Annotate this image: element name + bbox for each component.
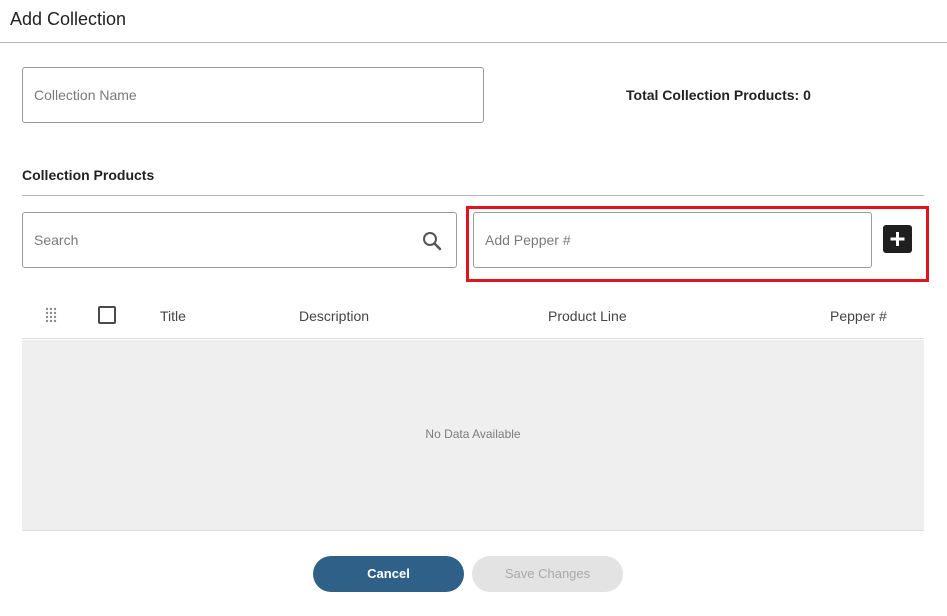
- total-collection-products: Total Collection Products: 0: [626, 87, 811, 103]
- collection-name-input[interactable]: [23, 68, 483, 122]
- add-pepper-button[interactable]: [883, 225, 912, 253]
- drag-handle-icon[interactable]: [45, 307, 57, 328]
- select-all-checkbox[interactable]: [98, 306, 116, 324]
- add-pepper-input[interactable]: [474, 213, 871, 267]
- collection-products-heading: Collection Products: [22, 167, 155, 183]
- column-header-description[interactable]: Description: [299, 308, 369, 324]
- add-pepper-field[interactable]: [473, 212, 872, 268]
- empty-state-message: No Data Available: [425, 427, 521, 441]
- add-collection-dialog: Add Collection Total Collection Products…: [0, 0, 947, 616]
- table-header: Title Description Product Line Pepper #: [22, 295, 924, 339]
- search-input[interactable]: [23, 213, 456, 267]
- cancel-button[interactable]: Cancel: [313, 556, 464, 592]
- column-header-title[interactable]: Title: [160, 308, 186, 324]
- dialog-title: Add Collection: [10, 9, 127, 29]
- save-changes-button[interactable]: Save Changes: [472, 556, 623, 592]
- section-divider: [22, 195, 924, 196]
- plus-icon: [890, 232, 905, 246]
- column-header-pepper-number[interactable]: Pepper #: [830, 308, 887, 324]
- title-divider: [0, 42, 947, 43]
- column-header-product-line[interactable]: Product Line: [548, 308, 627, 324]
- search-icon[interactable]: [422, 231, 442, 251]
- search-field[interactable]: [22, 212, 457, 268]
- collection-name-field[interactable]: [22, 67, 484, 123]
- table-body: No Data Available: [22, 340, 924, 531]
